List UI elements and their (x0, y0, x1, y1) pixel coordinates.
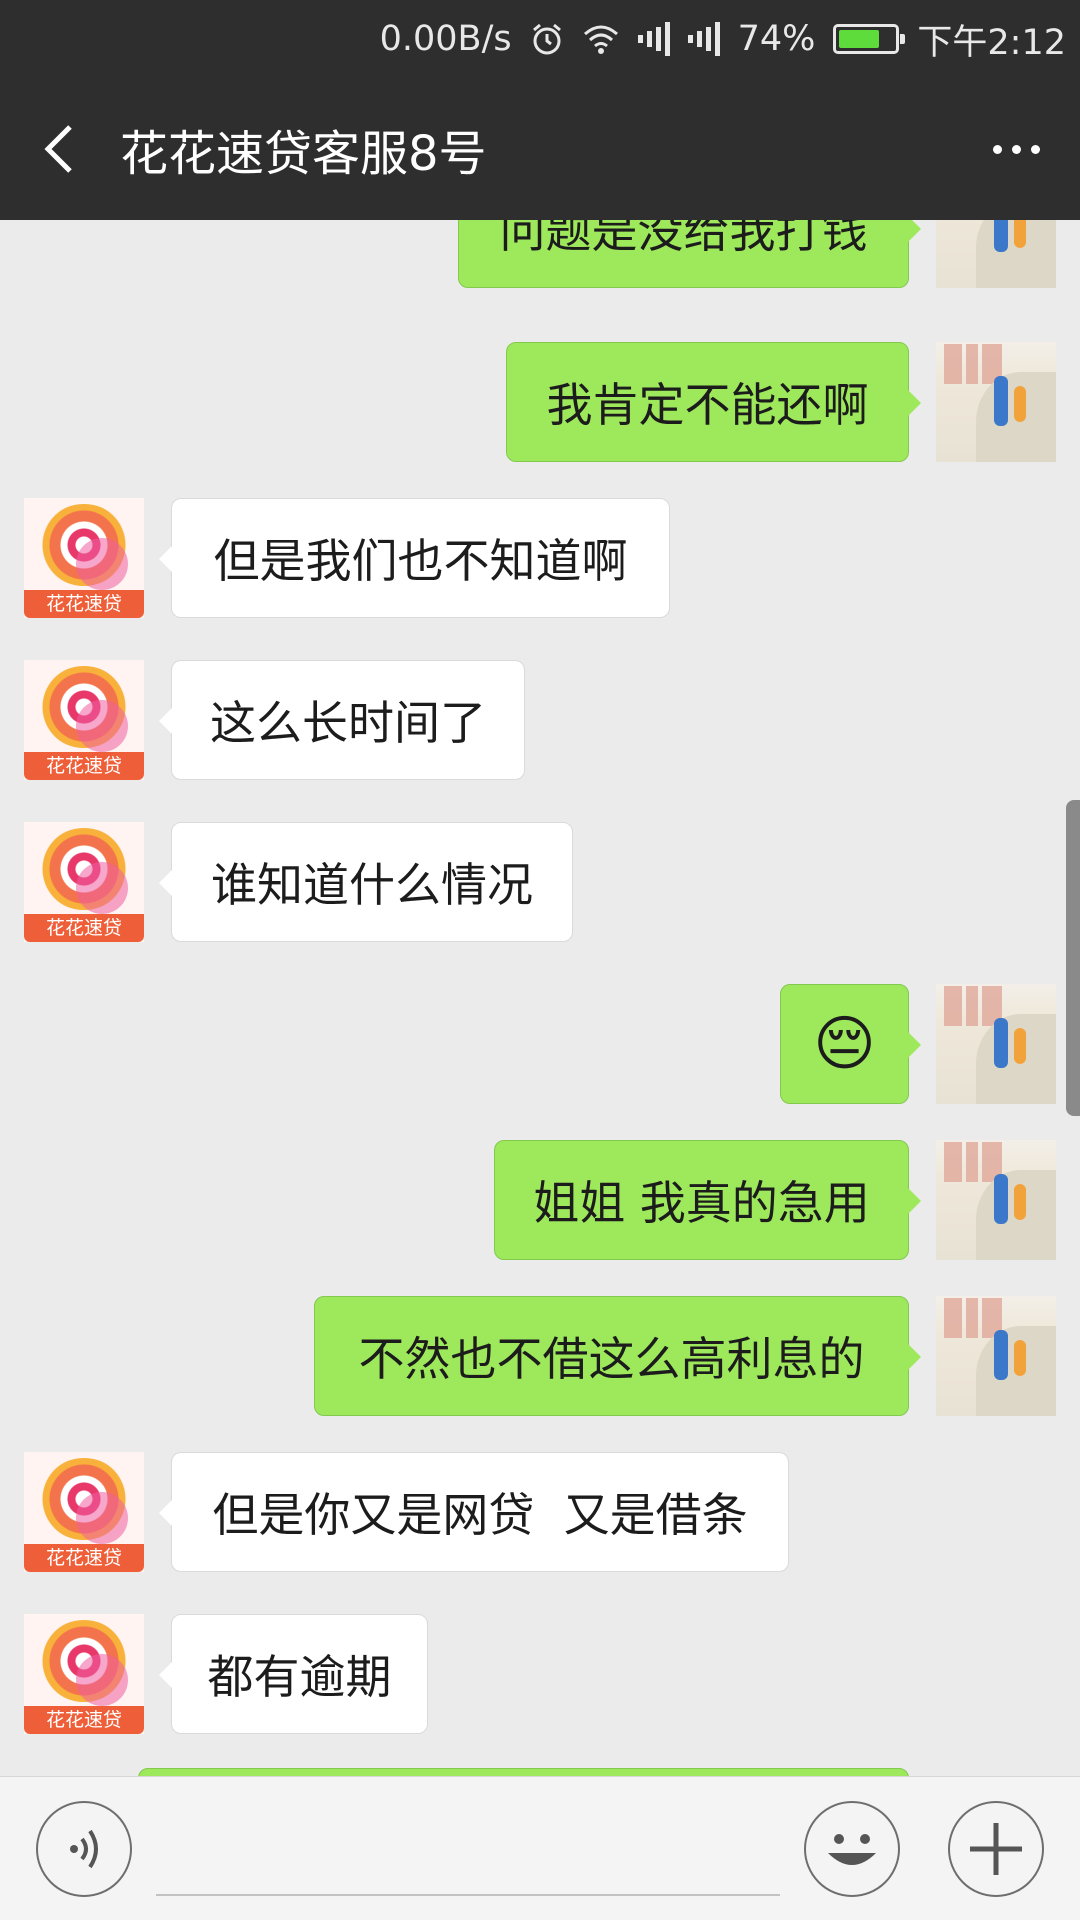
signal-icon (637, 22, 670, 56)
battery-level (839, 30, 880, 48)
message-text: 问题是没给我打钱 (499, 220, 868, 258)
emoji-icon (828, 1834, 876, 1865)
message-bubble[interactable]: 姐姐 我真的急用 (494, 1140, 921, 1260)
emoji-button[interactable] (804, 1801, 900, 1897)
user-avatar[interactable] (936, 342, 1056, 462)
more-icon (992, 144, 1040, 154)
message-bubble[interactable]: 不然也不借这么高利息的 (314, 1296, 921, 1416)
message-text: 都有逾期 (207, 1650, 392, 1704)
message-bubble[interactable]: 😔 (780, 984, 921, 1104)
wifi-icon (582, 23, 620, 55)
message-text: 我肯定不能还啊 (546, 378, 869, 432)
message-input[interactable] (156, 1894, 780, 1896)
alarm-icon (530, 22, 564, 56)
message-bubble[interactable]: 但是我们也不知道啊 (159, 498, 670, 618)
message-bubble[interactable]: 都有逾期 (159, 1614, 428, 1734)
voice-button[interactable] (36, 1801, 132, 1897)
pensive-face-emoji: 😔 (813, 1009, 876, 1079)
message-bubble[interactable]: 我肯定不能还啊 (506, 342, 921, 462)
network-speed: 0.00B/s (379, 19, 512, 59)
input-bar (0, 1776, 1080, 1920)
agent-avatar[interactable]: 花花速贷 (24, 1614, 144, 1734)
message-text: 谁知道什么情况 (211, 858, 533, 912)
chat-title: 花花速贷客服8号 (120, 126, 487, 182)
battery-percent: 74% (737, 19, 816, 59)
voice-icon (70, 1829, 98, 1869)
message-list[interactable]: 问题是没给我打钱 我肯定不能还啊 花花速贷 但是我们也不知道啊 花花速贷 这么长… (0, 220, 1080, 1776)
partial-message-bubble (138, 1768, 909, 1776)
plus-icon (970, 1823, 1022, 1875)
back-button[interactable] (0, 78, 116, 220)
status-bar: 0.00B/s 74% 下午2:12 (0, 0, 1080, 78)
user-avatar[interactable] (936, 984, 1056, 1104)
message-text: 这么长时间了 (210, 696, 486, 750)
more-actions-button[interactable] (948, 1801, 1044, 1897)
message-bubble[interactable]: 问题是没给我打钱 (458, 220, 921, 288)
agent-avatar[interactable]: 花花速贷 (24, 822, 144, 942)
signal-icon (687, 22, 720, 56)
message-bubble[interactable]: 但是你又是网贷 又是借条 (159, 1452, 789, 1572)
scrollbar[interactable] (1066, 800, 1080, 1116)
user-avatar[interactable] (936, 220, 1056, 288)
more-button[interactable] (986, 119, 1046, 179)
user-avatar[interactable] (936, 1140, 1056, 1260)
chevron-left-icon (44, 125, 72, 173)
clock: 下午2:12 (917, 22, 1066, 63)
message-text: 姐姐 我真的急用 (533, 1176, 870, 1230)
message-bubble[interactable]: 这么长时间了 (159, 660, 525, 780)
message-text: 但是你又是网贷 又是借条 (212, 1488, 748, 1542)
agent-avatar[interactable]: 花花速贷 (24, 660, 144, 780)
agent-avatar[interactable]: 花花速贷 (24, 1452, 144, 1572)
agent-avatar[interactable]: 花花速贷 (24, 498, 144, 618)
user-avatar[interactable] (936, 1296, 1056, 1416)
message-text: 但是我们也不知道啊 (213, 534, 628, 588)
battery-icon (833, 24, 906, 54)
message-bubble[interactable]: 谁知道什么情况 (159, 822, 573, 942)
chat-header: 花花速贷客服8号 (0, 78, 1080, 220)
message-text: 不然也不借这么高利息的 (358, 1332, 865, 1386)
